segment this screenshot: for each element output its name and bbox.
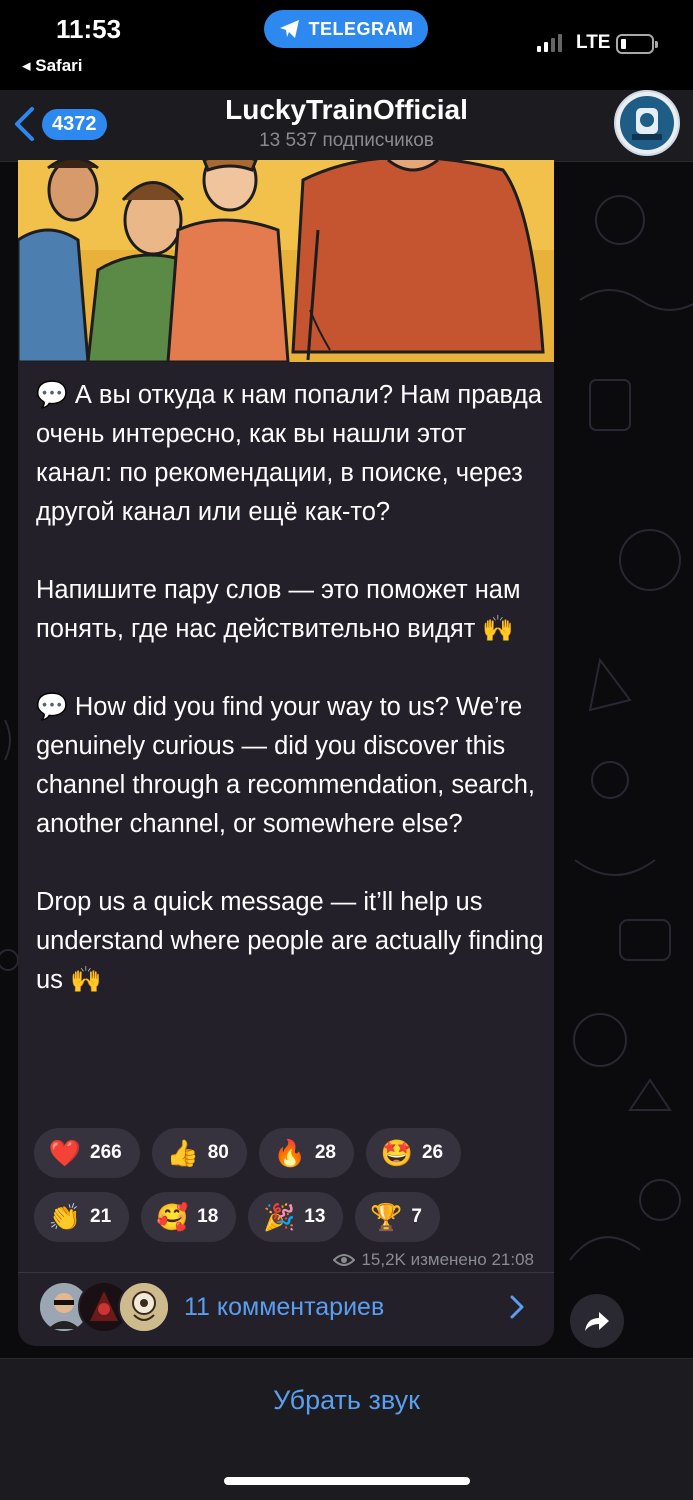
signal-icon: [537, 34, 562, 52]
channel-avatar[interactable]: [614, 90, 680, 156]
comments-button[interactable]: 11 комментариев: [18, 1273, 554, 1346]
reactions-row-1: ❤️ 266 👍 80 🔥 28 🤩 26: [34, 1128, 544, 1178]
thumbs-up-icon: 👍: [166, 1138, 199, 1168]
chevron-right-icon: [510, 1295, 524, 1319]
train-logo-icon: [620, 96, 674, 150]
share-arrow-icon: [585, 1312, 609, 1331]
reaction-count: 28: [314, 1142, 336, 1163]
back-to-safari-link[interactable]: ◂ Safari: [22, 56, 83, 76]
views-and-edited-time: 15,2K изменено 21:08: [361, 1250, 534, 1269]
reaction-smiling-hearts[interactable]: 🥰 18: [141, 1192, 237, 1242]
post-meta: 15,2K изменено 21:08: [333, 1250, 534, 1270]
star-struck-icon: 🤩: [380, 1138, 414, 1168]
home-indicator: [224, 1477, 470, 1485]
fire-icon: 🔥: [273, 1138, 307, 1168]
share-button[interactable]: [570, 1294, 624, 1348]
back-button[interactable]: 4372: [12, 104, 122, 144]
heart-icon: ❤️: [48, 1138, 82, 1168]
eye-icon: [333, 1254, 356, 1266]
reaction-fire[interactable]: 🔥 28: [258, 1128, 354, 1178]
channel-post: 💬 А вы откуда к нам попали? Нам правда о…: [18, 160, 554, 1346]
reaction-trophy[interactable]: 🏆 7: [355, 1192, 440, 1242]
reaction-party[interactable]: 🎉 13: [248, 1192, 344, 1242]
post-text: 💬 А вы откуда к нам попали? Нам правда о…: [36, 381, 544, 994]
telegram-app-pill[interactable]: TELEGRAM: [264, 10, 428, 48]
reaction-clap[interactable]: 👏 21: [34, 1192, 130, 1242]
reactions: ❤️ 266 👍 80 🔥 28 🤩 26 👏 21 🥰 18 🎉 13 🏆 7: [34, 1128, 544, 1256]
comments-count-label: 11 комментариев: [184, 1293, 385, 1321]
reaction-count: 26: [421, 1142, 444, 1163]
reaction-thumbs-up[interactable]: 👍 80: [151, 1128, 247, 1178]
clap-icon: 👏: [48, 1202, 82, 1232]
reaction-count: 13: [304, 1206, 326, 1227]
telegram-plane-icon: [279, 20, 299, 38]
network-type: LTE: [576, 32, 611, 53]
post-illustration[interactable]: [18, 160, 554, 362]
battery-icon: [616, 34, 658, 54]
chevron-left-icon: [15, 107, 34, 141]
smiling-hearts-icon: 🥰: [155, 1202, 189, 1232]
reaction-heart[interactable]: ❤️ 266: [34, 1128, 140, 1178]
party-popper-icon: 🎉: [263, 1202, 296, 1232]
reaction-count: 18: [197, 1206, 219, 1227]
reactions-row-2: 👏 21 🥰 18 🎉 13 🏆 7: [34, 1192, 544, 1242]
reaction-count: 80: [207, 1142, 229, 1163]
status-bar: 11:53 ◂ Safari TELEGRAM LTE: [0, 0, 693, 90]
commenter-avatar: [118, 1281, 170, 1333]
reaction-count: 21: [90, 1206, 112, 1227]
bottom-bar: Убрать звук: [0, 1358, 693, 1500]
status-time: 11:53: [56, 14, 122, 44]
reaction-count: 266: [90, 1142, 122, 1163]
reaction-star-struck[interactable]: 🤩 26: [365, 1128, 462, 1178]
telegram-pill-label: TELEGRAM: [308, 18, 414, 39]
trophy-icon: 🏆: [370, 1202, 403, 1232]
unread-count-badge: 4372: [42, 108, 107, 140]
chat-header: LuckyTrainOfficial 13 537 подписчиков 43…: [0, 90, 693, 162]
reaction-count: 7: [411, 1206, 422, 1227]
mute-button[interactable]: Убрать звук: [0, 1385, 693, 1416]
